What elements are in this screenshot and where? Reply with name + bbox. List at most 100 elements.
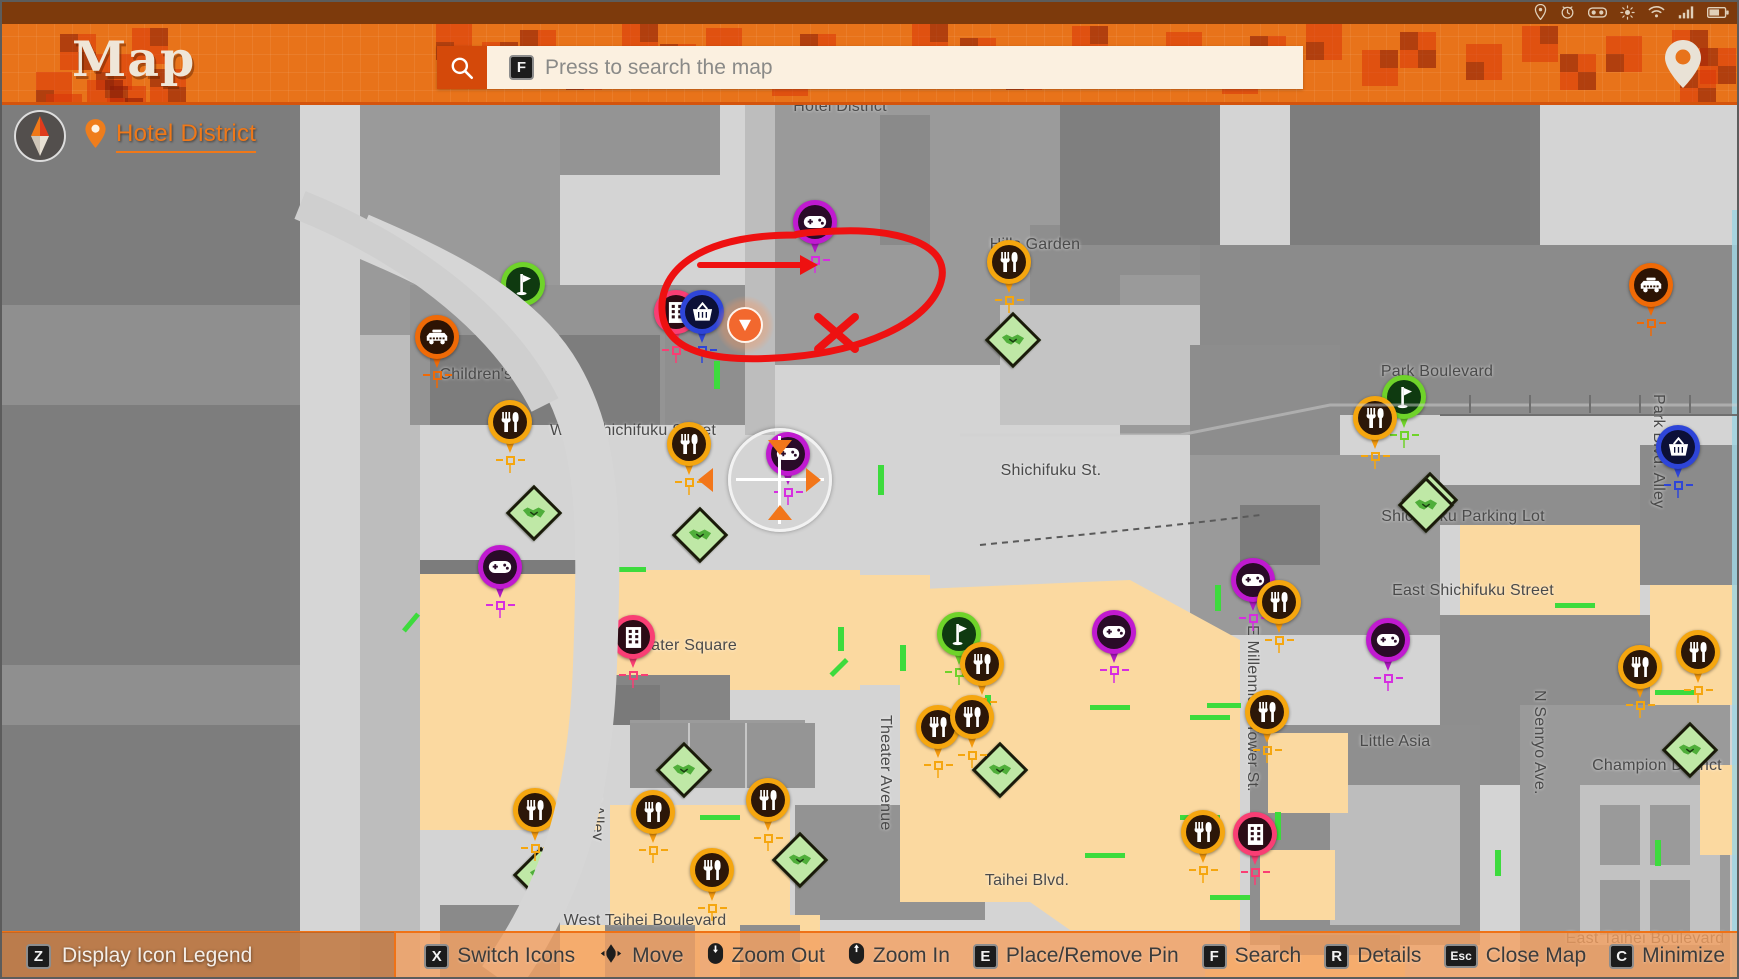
hint-label: Search xyxy=(1234,944,1302,967)
cutlery-icon xyxy=(965,647,999,681)
control-hint[interactable]: F Search xyxy=(1201,943,1302,969)
pin-anchor xyxy=(485,597,515,618)
taxi-pin[interactable] xyxy=(1629,263,1673,319)
system-status-bar xyxy=(0,0,1739,24)
hint-key: C xyxy=(1609,943,1635,969)
control-hint[interactable]: C Minimize xyxy=(1609,943,1725,969)
pin-head xyxy=(746,778,790,822)
map-label: Theater Avenue xyxy=(877,715,894,831)
hint-key: X xyxy=(424,943,450,969)
pin-head xyxy=(1353,396,1397,440)
map-label: Taihei Blvd. xyxy=(984,872,1070,889)
pin-anchor xyxy=(957,747,987,768)
handshake-icon xyxy=(529,865,553,885)
move-icon xyxy=(598,942,624,970)
hint-key: F xyxy=(1201,943,1227,969)
map-canvas[interactable]: Hotel District Hills Garden Park Boulevard… xyxy=(0,105,1739,979)
pan-up-arrow[interactable] xyxy=(768,505,792,520)
control-hint[interactable]: Esc Close Map xyxy=(1444,944,1586,968)
pin-anchor xyxy=(520,840,550,861)
control-hint[interactable]: Zoom In xyxy=(848,942,950,970)
pin-anchor xyxy=(1663,477,1693,498)
gamepad-pin[interactable] xyxy=(1092,610,1136,666)
pin-head xyxy=(1366,618,1410,662)
map-label: Shichifuku St. xyxy=(1000,462,1102,479)
pin-anchor xyxy=(1188,862,1218,883)
handshake-icon xyxy=(522,503,546,523)
legend-hint[interactable]: Z Display Icon Legend xyxy=(0,932,397,979)
pan-left-arrow[interactable] xyxy=(698,468,713,492)
hint-label: Move xyxy=(632,944,684,967)
restaurant-pin[interactable] xyxy=(1353,396,1397,452)
gamepad-pin[interactable] xyxy=(478,545,522,601)
pin-anchor xyxy=(1683,682,1713,703)
pin-head xyxy=(1629,263,1673,307)
hint-key: R xyxy=(1324,943,1350,969)
restaurant-pin[interactable] xyxy=(1245,690,1289,746)
basket-icon xyxy=(685,295,719,329)
compass-icon[interactable] xyxy=(14,110,66,162)
district-indicator: Hotel District xyxy=(14,110,257,162)
restaurant-pin[interactable] xyxy=(1618,645,1662,701)
restaurant-pin[interactable] xyxy=(746,778,790,834)
shop-pin[interactable] xyxy=(1656,425,1700,481)
gamepad-pin[interactable] xyxy=(793,200,837,256)
pin-anchor xyxy=(495,452,525,473)
cutlery-icon xyxy=(751,783,785,817)
map-scroll-edge[interactable] xyxy=(1732,210,1739,979)
control-hint[interactable]: R Details xyxy=(1324,943,1421,969)
restaurant-pin[interactable] xyxy=(1181,810,1225,866)
restaurant-pin[interactable] xyxy=(1676,630,1720,686)
map-cursor-reticle[interactable] xyxy=(698,428,832,532)
map-label: Theater Alley xyxy=(589,745,606,841)
search-bar[interactable]: F Press to search the map xyxy=(437,46,1303,89)
restaurant-pin[interactable] xyxy=(1257,580,1301,636)
pin-head xyxy=(478,545,522,589)
restaurant-pin[interactable] xyxy=(960,642,1004,698)
restaurant-pin[interactable] xyxy=(631,790,675,846)
building-pin[interactable] xyxy=(1233,812,1277,868)
hint-label: Place/Remove Pin xyxy=(1005,944,1179,967)
pin-head xyxy=(513,788,557,832)
cutlery-icon xyxy=(672,427,706,461)
signal-icon xyxy=(1678,5,1694,19)
gamepad-pin[interactable] xyxy=(1366,618,1410,674)
map-pin-icon[interactable] xyxy=(1663,38,1703,95)
gamepad-icon xyxy=(1371,623,1405,657)
pin-head xyxy=(488,400,532,444)
cutlery-icon xyxy=(1623,650,1657,684)
hint-key: Esc xyxy=(1444,944,1478,968)
voice-recorder-icon xyxy=(1588,6,1607,19)
restaurant-pin[interactable] xyxy=(987,240,1031,296)
control-hint[interactable]: X Switch Icons xyxy=(424,943,576,969)
footer-hint-bar: Z Display Icon Legend X Switch Icons Move Z… xyxy=(0,931,1739,979)
pin-anchor xyxy=(753,830,783,851)
pin-anchor xyxy=(800,252,830,273)
pan-down-arrow[interactable] xyxy=(768,440,792,455)
pan-right-arrow[interactable] xyxy=(806,468,821,492)
taxi-icon xyxy=(420,320,454,354)
pin-anchor xyxy=(508,314,538,335)
control-hint[interactable]: E Place/Remove Pin xyxy=(972,943,1179,969)
control-hint[interactable]: Zoom Out xyxy=(707,942,825,970)
map-screen: Hotel District Hills Garden Park Boulevard… xyxy=(0,0,1739,979)
page-title: Map xyxy=(72,30,196,88)
pin-anchor xyxy=(1373,670,1403,691)
flag-pin[interactable] xyxy=(501,262,545,318)
search-input[interactable]: Press to search the map xyxy=(545,56,773,80)
restaurant-pin[interactable] xyxy=(488,400,532,456)
hint-label: Switch Icons xyxy=(457,944,576,967)
restaurant-pin[interactable] xyxy=(690,848,734,904)
taxi-pin[interactable] xyxy=(415,315,459,371)
handshake-icon xyxy=(1001,330,1025,350)
building-pin[interactable] xyxy=(611,615,655,671)
restaurant-pin[interactable] xyxy=(513,788,557,844)
pin-head xyxy=(1618,645,1662,689)
pin-anchor xyxy=(697,900,727,921)
player-position-marker xyxy=(716,296,774,354)
map-label: Hotel District xyxy=(793,105,887,115)
restaurant-pin[interactable] xyxy=(950,695,994,751)
control-hint[interactable]: Move xyxy=(598,942,684,970)
cutlery-icon xyxy=(1681,635,1715,669)
pin-head xyxy=(1656,425,1700,469)
